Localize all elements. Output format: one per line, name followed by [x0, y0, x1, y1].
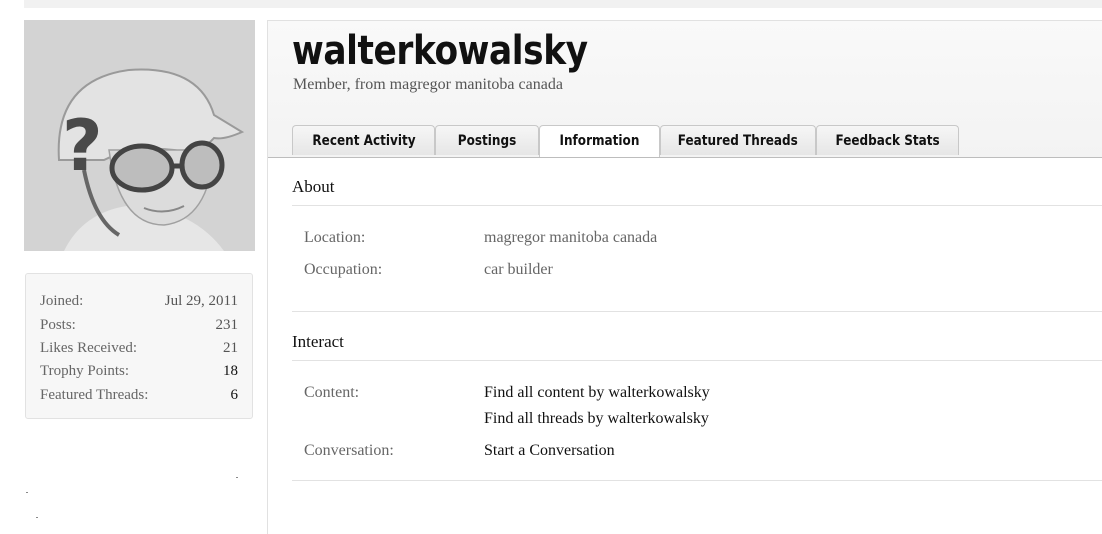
find-content-link[interactable]: Find all content by walterkowalsky	[484, 384, 710, 402]
tab-label: Postings	[457, 133, 517, 149]
tab-label: Featured Threads	[677, 133, 799, 149]
stat-value: 21	[223, 340, 238, 356]
stat-value: Jul 29, 2011	[164, 293, 238, 309]
stat-posts[interactable]: Posts: 231	[40, 314, 238, 336]
stat-label: Posts:	[40, 317, 76, 333]
find-threads-link[interactable]: Find all threads by walterkowalsky	[484, 410, 709, 428]
about-heading: About	[292, 177, 335, 196]
stat-likes: Likes Received: 21	[40, 337, 238, 359]
location-value: magregor manitoba canada	[484, 229, 658, 246]
interact-heading: Interact	[292, 332, 344, 351]
occupation-value: car builder	[484, 261, 553, 278]
stat-label: Featured Threads:	[40, 387, 149, 403]
profile-main: walterkowalsky Member, from magregor man…	[267, 20, 1102, 534]
top-bar	[24, 0, 1102, 8]
divider	[292, 480, 1102, 481]
tab-label: Feedback Stats	[835, 133, 940, 149]
conversation-label: Conversation:	[304, 442, 394, 459]
stats-panel: Joined: Jul 29, 2011 Posts: 231 Likes Re…	[25, 273, 253, 419]
stat-label: Trophy Points:	[40, 363, 130, 379]
tab-postings[interactable]: Postings	[435, 125, 539, 155]
svg-text:?: ?	[62, 105, 103, 187]
tab-recent-activity[interactable]: Recent Activity	[292, 125, 435, 155]
stat-value[interactable]: 6	[231, 384, 239, 406]
tab-label: Information	[559, 133, 640, 149]
stat-label: Joined:	[40, 293, 84, 309]
profile-username: walterkowalsky	[292, 28, 588, 74]
divider	[292, 360, 1102, 361]
stat-trophy[interactable]: Trophy Points: 18	[40, 360, 238, 382]
stat-value[interactable]: 18	[223, 360, 238, 382]
avatar-image: ?	[24, 20, 255, 251]
profile-user-title: Member, from magregor manitoba canada	[293, 76, 563, 93]
tab-feedback-stats[interactable]: Feedback Stats	[816, 125, 959, 155]
stat-value[interactable]: 231	[216, 314, 239, 336]
tab-label: Recent Activity	[311, 133, 416, 149]
divider	[292, 311, 1102, 312]
stat-featured-threads[interactable]: Featured Threads: 6	[40, 384, 238, 406]
stat-joined: Joined: Jul 29, 2011	[40, 290, 238, 312]
stat-label: Likes Received:	[40, 340, 138, 356]
divider	[292, 205, 1102, 206]
content-label: Content:	[304, 384, 360, 401]
location-label: Location:	[304, 229, 366, 246]
tab-featured-threads[interactable]: Featured Threads	[660, 125, 816, 155]
speck	[26, 492, 28, 493]
avatar[interactable]: ?	[24, 20, 255, 251]
speck	[236, 477, 238, 478]
speck	[36, 517, 38, 518]
profile-header: walterkowalsky Member, from magregor man…	[268, 21, 1102, 158]
start-conversation-link[interactable]: Start a Conversation	[484, 442, 615, 460]
tab-information[interactable]: Information	[539, 125, 660, 157]
occupation-label: Occupation:	[304, 261, 383, 278]
